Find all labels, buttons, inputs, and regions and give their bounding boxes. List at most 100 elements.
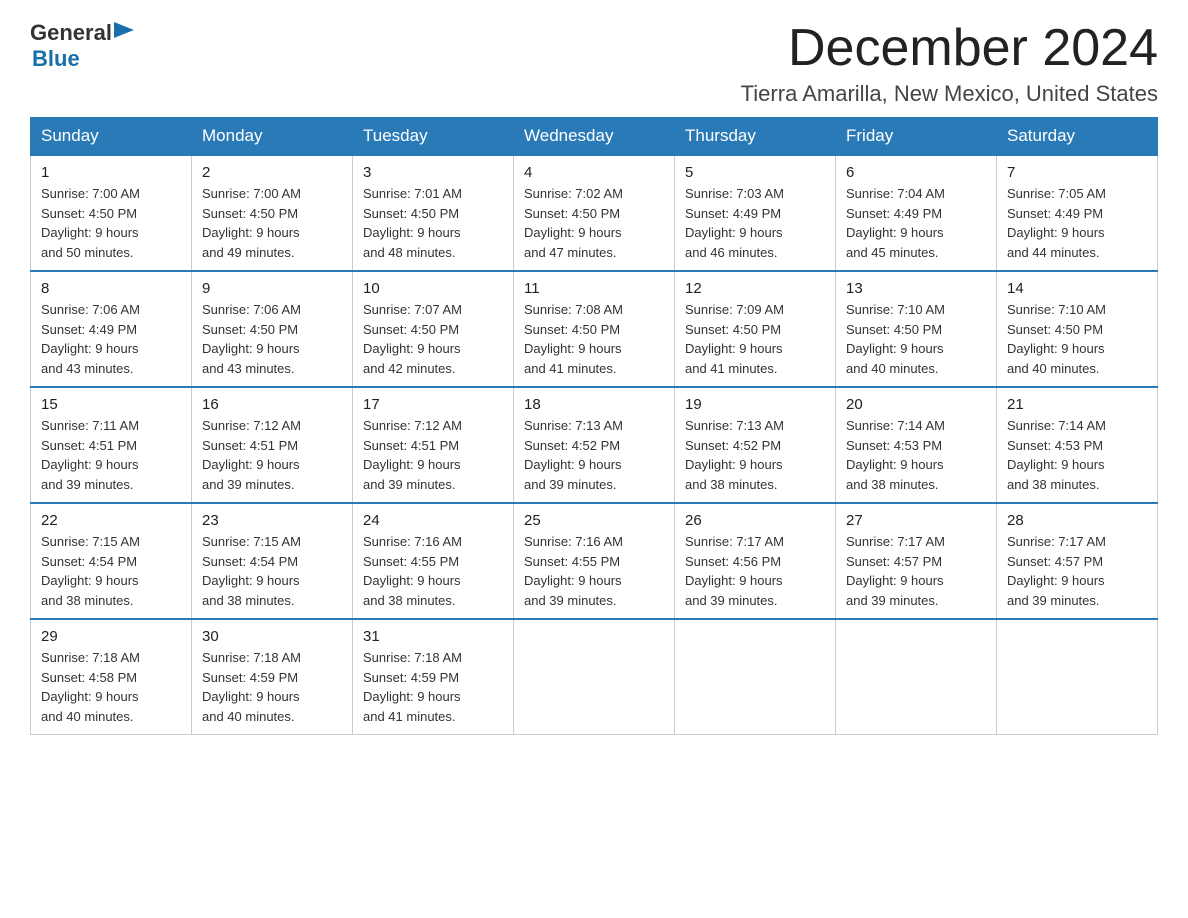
- day-info: Sunrise: 7:10 AMSunset: 4:50 PMDaylight:…: [1007, 300, 1147, 378]
- day-number: 14: [1007, 280, 1147, 297]
- table-row: [997, 619, 1158, 735]
- calendar-week-row: 22 Sunrise: 7:15 AMSunset: 4:54 PMDayligh…: [31, 503, 1158, 619]
- day-info: Sunrise: 7:06 AMSunset: 4:49 PMDaylight:…: [41, 300, 181, 378]
- day-number: 25: [524, 512, 664, 529]
- table-row: 29Sunrise: 7:18 AMSunset: 4:58 PMDayligh…: [31, 619, 192, 735]
- table-row: 26 Sunrise: 7:17 AMSunset: 4:56 PMDayligh…: [675, 503, 836, 619]
- col-thursday: Thursday: [675, 118, 836, 156]
- logo-general-text: General: [30, 20, 112, 46]
- day-info: Sunrise: 7:05 AMSunset: 4:49 PMDaylight:…: [1007, 184, 1147, 262]
- table-row: 9 Sunrise: 7:06 AMSunset: 4:50 PMDaylight…: [192, 271, 353, 387]
- day-number: 30: [202, 628, 342, 645]
- day-number: 24: [363, 512, 503, 529]
- table-row: 17 Sunrise: 7:12 AMSunset: 4:51 PMDayligh…: [353, 387, 514, 503]
- table-row: 5 Sunrise: 7:03 AMSunset: 4:49 PMDaylight…: [675, 155, 836, 271]
- col-tuesday: Tuesday: [353, 118, 514, 156]
- table-row: 27Sunrise: 7:17 AMSunset: 4:57 PMDayligh…: [836, 503, 997, 619]
- day-number: 3: [363, 164, 503, 181]
- day-number: 18: [524, 396, 664, 413]
- day-info: Sunrise: 7:03 AMSunset: 4:49 PMDaylight:…: [685, 184, 825, 262]
- col-monday: Monday: [192, 118, 353, 156]
- day-number: 2: [202, 164, 342, 181]
- day-number: 5: [685, 164, 825, 181]
- day-number: 22: [41, 512, 181, 529]
- calendar-week-row: 1 Sunrise: 7:00 AMSunset: 4:50 PMDaylight…: [31, 155, 1158, 271]
- day-number: 19: [685, 396, 825, 413]
- day-info: Sunrise: 7:14 AMSunset: 4:53 PMDaylight:…: [846, 416, 986, 494]
- table-row: 8 Sunrise: 7:06 AMSunset: 4:49 PMDaylight…: [31, 271, 192, 387]
- day-info: Sunrise: 7:13 AMSunset: 4:52 PMDaylight:…: [685, 416, 825, 494]
- calendar-header-row: Sunday Monday Tuesday Wednesday Thursday…: [31, 118, 1158, 156]
- calendar-table: Sunday Monday Tuesday Wednesday Thursday…: [30, 117, 1158, 735]
- page-header: General Blue December 2024 Tierra Amaril…: [30, 20, 1158, 107]
- day-number: 26: [685, 512, 825, 529]
- col-sunday: Sunday: [31, 118, 192, 156]
- day-number: 21: [1007, 396, 1147, 413]
- day-number: 16: [202, 396, 342, 413]
- table-row: [514, 619, 675, 735]
- col-saturday: Saturday: [997, 118, 1158, 156]
- day-info: Sunrise: 7:17 AMSunset: 4:56 PMDaylight:…: [685, 532, 825, 610]
- day-number: 23: [202, 512, 342, 529]
- day-number: 11: [524, 280, 664, 297]
- day-number: 29: [41, 628, 181, 645]
- table-row: 15 Sunrise: 7:11 AMSunset: 4:51 PMDayligh…: [31, 387, 192, 503]
- day-number: 28: [1007, 512, 1147, 529]
- table-row: 11 Sunrise: 7:08 AMSunset: 4:50 PMDayligh…: [514, 271, 675, 387]
- table-row: 19 Sunrise: 7:13 AMSunset: 4:52 PMDayligh…: [675, 387, 836, 503]
- day-info: Sunrise: 7:11 AMSunset: 4:51 PMDaylight:…: [41, 416, 181, 494]
- logo-blue-text: Blue: [32, 46, 80, 72]
- day-info: Sunrise: 7:10 AMSunset: 4:50 PMDaylight:…: [846, 300, 986, 378]
- day-info: Sunrise: 7:08 AMSunset: 4:50 PMDaylight:…: [524, 300, 664, 378]
- table-row: 16Sunrise: 7:12 AMSunset: 4:51 PMDayligh…: [192, 387, 353, 503]
- table-row: 7 Sunrise: 7:05 AMSunset: 4:49 PMDaylight…: [997, 155, 1158, 271]
- day-number: 10: [363, 280, 503, 297]
- day-info: Sunrise: 7:04 AMSunset: 4:49 PMDaylight:…: [846, 184, 986, 262]
- day-info: Sunrise: 7:16 AMSunset: 4:55 PMDaylight:…: [363, 532, 503, 610]
- day-info: Sunrise: 7:01 AMSunset: 4:50 PMDaylight:…: [363, 184, 503, 262]
- table-row: 25 Sunrise: 7:16 AMSunset: 4:55 PMDayligh…: [514, 503, 675, 619]
- calendar-week-row: 29Sunrise: 7:18 AMSunset: 4:58 PMDayligh…: [31, 619, 1158, 735]
- day-info: Sunrise: 7:07 AMSunset: 4:50 PMDaylight:…: [363, 300, 503, 378]
- day-number: 8: [41, 280, 181, 297]
- table-row: 24 Sunrise: 7:16 AMSunset: 4:55 PMDayligh…: [353, 503, 514, 619]
- day-number: 1: [41, 164, 181, 181]
- day-number: 27: [846, 512, 986, 529]
- location-title: Tierra Amarilla, New Mexico, United Stat…: [741, 81, 1158, 107]
- table-row: 23 Sunrise: 7:15 AMSunset: 4:54 PMDayligh…: [192, 503, 353, 619]
- day-info: Sunrise: 7:14 AMSunset: 4:53 PMDaylight:…: [1007, 416, 1147, 494]
- table-row: 22 Sunrise: 7:15 AMSunset: 4:54 PMDayligh…: [31, 503, 192, 619]
- day-info: Sunrise: 7:17 AMSunset: 4:57 PMDaylight:…: [1007, 532, 1147, 610]
- day-number: 6: [846, 164, 986, 181]
- table-row: 21 Sunrise: 7:14 AMSunset: 4:53 PMDayligh…: [997, 387, 1158, 503]
- table-row: 20Sunrise: 7:14 AMSunset: 4:53 PMDayligh…: [836, 387, 997, 503]
- day-info: Sunrise: 7:02 AMSunset: 4:50 PMDaylight:…: [524, 184, 664, 262]
- day-number: 15: [41, 396, 181, 413]
- day-number: 31: [363, 628, 503, 645]
- day-info: Sunrise: 7:12 AMSunset: 4:51 PMDaylight:…: [363, 416, 503, 494]
- day-info: Sunrise: 7:06 AMSunset: 4:50 PMDaylight:…: [202, 300, 342, 378]
- table-row: 2 Sunrise: 7:00 AMSunset: 4:50 PMDaylight…: [192, 155, 353, 271]
- title-area: December 2024 Tierra Amarilla, New Mexic…: [741, 20, 1158, 107]
- col-friday: Friday: [836, 118, 997, 156]
- table-row: 28 Sunrise: 7:17 AMSunset: 4:57 PMDayligh…: [997, 503, 1158, 619]
- day-number: 9: [202, 280, 342, 297]
- day-info: Sunrise: 7:15 AMSunset: 4:54 PMDaylight:…: [41, 532, 181, 610]
- table-row: 3 Sunrise: 7:01 AMSunset: 4:50 PMDaylight…: [353, 155, 514, 271]
- logo-triangle-icon: [114, 22, 134, 44]
- table-row: 10 Sunrise: 7:07 AMSunset: 4:50 PMDayligh…: [353, 271, 514, 387]
- table-row: 14 Sunrise: 7:10 AMSunset: 4:50 PMDayligh…: [997, 271, 1158, 387]
- day-info: Sunrise: 7:16 AMSunset: 4:55 PMDaylight:…: [524, 532, 664, 610]
- calendar-week-row: 8 Sunrise: 7:06 AMSunset: 4:49 PMDaylight…: [31, 271, 1158, 387]
- calendar-week-row: 15 Sunrise: 7:11 AMSunset: 4:51 PMDayligh…: [31, 387, 1158, 503]
- day-info: Sunrise: 7:09 AMSunset: 4:50 PMDaylight:…: [685, 300, 825, 378]
- table-row: 13Sunrise: 7:10 AMSunset: 4:50 PMDayligh…: [836, 271, 997, 387]
- day-number: 17: [363, 396, 503, 413]
- day-info: Sunrise: 7:15 AMSunset: 4:54 PMDaylight:…: [202, 532, 342, 610]
- day-info: Sunrise: 7:13 AMSunset: 4:52 PMDaylight:…: [524, 416, 664, 494]
- day-info: Sunrise: 7:00 AMSunset: 4:50 PMDaylight:…: [202, 184, 342, 262]
- table-row: 18 Sunrise: 7:13 AMSunset: 4:52 PMDayligh…: [514, 387, 675, 503]
- table-row: 4Sunrise: 7:02 AMSunset: 4:50 PMDaylight…: [514, 155, 675, 271]
- table-row: 31Sunrise: 7:18 AMSunset: 4:59 PMDayligh…: [353, 619, 514, 735]
- day-number: 7: [1007, 164, 1147, 181]
